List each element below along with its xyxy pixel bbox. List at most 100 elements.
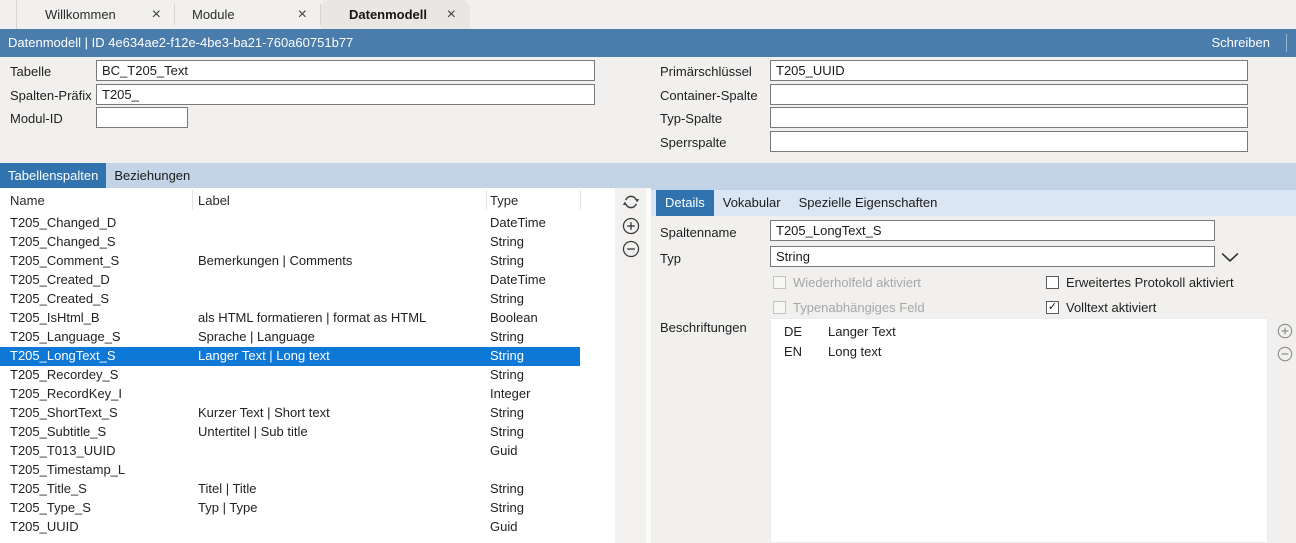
table-row[interactable]: T205_Changed_D DateTime: [0, 214, 615, 233]
unchecked-checkbox-icon[interactable]: [1046, 276, 1059, 289]
unchecked-checkbox-icon: [773, 301, 786, 314]
checkbox-wiederholfeld-aktiviert: Wiederholfeld aktiviert: [773, 274, 1046, 290]
table-row[interactable]: T205_RecordKey_IInteger: [0, 385, 615, 404]
cell-label: Sprache | Language: [198, 329, 315, 344]
cell-type: String: [490, 367, 524, 382]
modul-id-input[interactable]: [96, 107, 188, 128]
container-spalte-input[interactable]: [770, 84, 1248, 105]
table-row[interactable]: T205_Comment_SBemerkungen | CommentsStri…: [0, 252, 615, 271]
cell-type: String: [490, 424, 524, 439]
typ-spalte-input[interactable]: [770, 107, 1248, 128]
table-row[interactable]: T205_IsHtml_Bals HTML formatieren | form…: [0, 309, 615, 328]
cell-type: String: [490, 291, 524, 306]
cell-type: String: [490, 500, 524, 515]
window-tab-label: Willkommen: [45, 7, 116, 22]
table-row[interactable]: T205_Language_SSprache | LanguageString: [0, 328, 615, 347]
remove-caption-icon[interactable]: [1277, 346, 1293, 362]
cell-name: T205_Changed_D: [10, 215, 116, 230]
sperrspalte-label: Sperrspalte: [660, 135, 726, 150]
table-row[interactable]: T205_Created_D DateTime: [0, 271, 615, 290]
table-row[interactable]: T205_Recordey_SString: [0, 366, 615, 385]
details-tab-spezielle-eigenschaften[interactable]: Spezielle Eigenschaften: [790, 190, 947, 216]
cell-name: T205_UUID: [10, 519, 79, 534]
table-row[interactable]: T205_Changed_SString: [0, 233, 615, 252]
cell-name: T205_Subtitle_S: [10, 424, 106, 439]
header-divider: [1286, 34, 1287, 52]
typ-spalte-label: Typ-Spalte: [660, 111, 722, 126]
cell-type: String: [490, 234, 524, 249]
section-tab-strip: Tabellenspalten Beziehungen: [0, 163, 1296, 188]
page-title: Datenmodell | ID 4e634ae2-f12e-4be3-ba21…: [8, 35, 353, 50]
checkbox-volltext-aktiviert[interactable]: ✓ Volltext aktiviert: [1046, 299, 1234, 315]
spaltenname-input[interactable]: [770, 220, 1215, 241]
chevron-down-icon[interactable]: [1221, 250, 1239, 262]
close-icon[interactable]: ×: [146, 7, 167, 23]
tabelle-input[interactable]: [96, 60, 595, 81]
add-caption-icon[interactable]: [1277, 323, 1293, 339]
table-row[interactable]: T205_Created_S String: [0, 290, 615, 309]
window-tab-module[interactable]: Module×: [175, 0, 321, 29]
column-header-type[interactable]: Type: [490, 193, 518, 208]
refresh-icon[interactable]: [622, 193, 640, 211]
tab-beziehungen[interactable]: Beziehungen: [106, 163, 198, 188]
beschriftungen-label: Beschriftungen: [660, 320, 747, 335]
table-row[interactable]: T205_LongText_SLanger Text | Long textSt…: [0, 347, 580, 366]
cell-type: DateTime: [490, 215, 546, 230]
table-body: T205_Changed_D DateTime T205_Changed_SStri…: [0, 214, 615, 537]
caption-text: Langer Text: [828, 324, 896, 339]
table-row[interactable]: T205_ShortText_SKurzer Text | Short text…: [0, 404, 615, 423]
cell-name: T205_IsHtml_B: [10, 310, 100, 325]
cell-type: Guid: [490, 443, 517, 458]
checkbox-label: Erweitertes Protokoll aktiviert: [1066, 275, 1234, 290]
details-tab-details[interactable]: Details: [656, 190, 714, 216]
cell-type: Integer: [490, 386, 530, 401]
cell-type: String: [490, 405, 524, 420]
caption-lang: EN: [784, 344, 802, 359]
cell-label: Typ | Type: [198, 500, 258, 515]
cell-name: T205_Title_S: [10, 481, 87, 496]
primaerschluessel-input[interactable]: [770, 60, 1248, 81]
window-tab-willkommen[interactable]: Willkommen ×: [17, 0, 175, 29]
schreiben-button[interactable]: Schreiben: [1211, 35, 1270, 50]
checkbox-label: Wiederholfeld aktiviert: [793, 275, 921, 290]
cell-type: String: [490, 253, 524, 268]
cell-type: String: [490, 348, 524, 363]
typ-label: Typ: [660, 251, 681, 266]
remove-row-icon[interactable]: [622, 240, 640, 258]
header-separator: [486, 190, 487, 210]
table-row[interactable]: T205_UUIDGuid: [0, 518, 615, 537]
details-tab-vokabular[interactable]: Vokabular: [714, 190, 790, 216]
checkbox-erweitertes-protokoll-aktiviert[interactable]: Erweitertes Protokoll aktiviert: [1046, 274, 1234, 290]
typ-combo-input[interactable]: [770, 246, 1215, 267]
caption-text: Long text: [828, 344, 882, 359]
table-header-row: Name Label Type: [0, 188, 615, 212]
checked-checkbox-icon[interactable]: ✓: [1046, 301, 1059, 314]
close-icon[interactable]: ×: [292, 7, 313, 23]
table-row[interactable]: T205_Title_STitel | TitleString: [0, 480, 615, 499]
caption-row[interactable]: EN Long text: [771, 343, 1267, 363]
caption-row[interactable]: DELanger Text: [771, 323, 1267, 343]
checkbox-label: Volltext aktiviert: [1066, 300, 1156, 315]
spalten-praefix-input[interactable]: [96, 84, 595, 105]
checkbox-typenabhängiges-feld: Typenabhängiges Feld: [773, 299, 1046, 315]
table-row[interactable]: T205_Timestamp_L: [0, 461, 615, 480]
table-toolbar: [615, 188, 651, 543]
add-row-icon[interactable]: [622, 217, 640, 235]
cell-name: T205_Created_D: [10, 272, 110, 287]
cell-name: T205_Created_S: [10, 291, 109, 306]
window-tab-datenmodell[interactable]: Datenmodell×: [321, 0, 470, 29]
beschriftungen-listbox[interactable]: DELanger TextEN Long text: [770, 318, 1268, 543]
sperrspalte-input[interactable]: [770, 131, 1248, 152]
cell-type: DateTime: [490, 272, 546, 287]
table-row[interactable]: T205_Subtitle_S Untertitel | Sub title Str…: [0, 423, 615, 442]
cell-label: Untertitel | Sub title: [198, 424, 308, 439]
details-tab-strip: DetailsVokabularSpezielle Eigenschaften: [651, 190, 1296, 216]
close-icon[interactable]: ×: [441, 7, 462, 23]
cell-name: T205_Language_S: [10, 329, 121, 344]
table-row[interactable]: T205_Type_STyp | TypeString: [0, 499, 615, 518]
column-header-label[interactable]: Label: [198, 193, 230, 208]
table-row[interactable]: T205_T013_UUIDGuid: [0, 442, 615, 461]
column-header-name[interactable]: Name: [10, 193, 45, 208]
tab-tabellenspalten[interactable]: Tabellenspalten: [0, 163, 106, 188]
cell-label: Titel | Title: [198, 481, 257, 496]
